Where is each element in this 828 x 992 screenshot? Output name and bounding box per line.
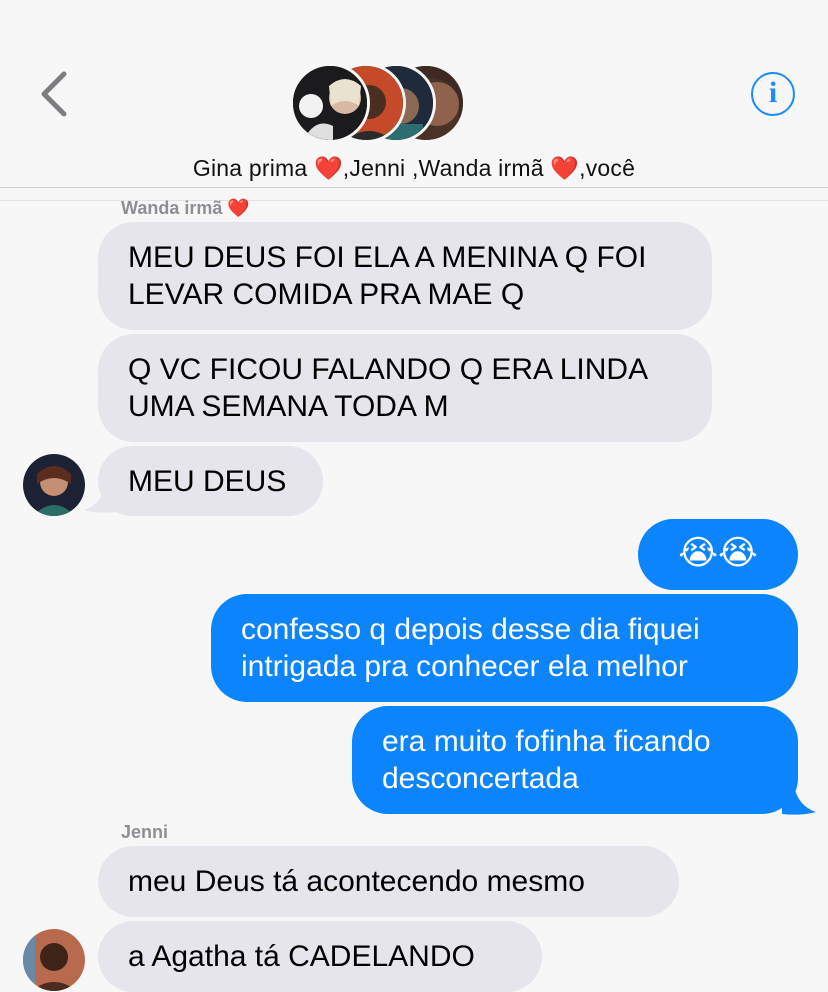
sender-label: Jenni <box>121 822 169 842</box>
info-button[interactable]: i <box>751 72 795 116</box>
avatar[interactable] <box>23 454 85 516</box>
message-bubble[interactable]: era muito fofinha ficando desconcertada <box>352 706 798 814</box>
header-divider <box>0 187 828 188</box>
message-text: era muito fofinha ficando <box>382 725 711 758</box>
message-text: intrigada pra conhecer ela melhor <box>241 650 688 683</box>
message-text: desconcertada <box>382 762 579 795</box>
message-text: a Agatha tá CADELANDO <box>128 940 475 973</box>
avatar <box>290 63 370 143</box>
conversation-title[interactable]: Gina prima ❤️,Jenni ,Wanda irmã ❤️,você <box>0 155 828 182</box>
info-icon: i <box>768 76 778 109</box>
message-text: UMA SEMANA TODA M <box>128 390 449 423</box>
conversation-header: i Gina prima ❤️,Jenni ,Wanda irmã ❤️,voc… <box>0 0 828 190</box>
message-text: MEU DEUS <box>128 465 287 498</box>
message-bubble[interactable]: Q VC FICOU FALANDO Q ERA LINDA UMA SEMAN… <box>98 334 712 442</box>
message-bubble[interactable]: confesso q depois desse dia fiquei intri… <box>211 594 798 702</box>
message-bubble[interactable]: MEU DEUS FOI ELA A MENINA Q FOI LEVAR CO… <box>98 222 712 330</box>
chevron-left-icon <box>41 71 67 117</box>
back-button[interactable] <box>36 70 76 118</box>
message-bubble[interactable]: meu Deus tá acontecendo mesmo <box>98 846 679 917</box>
message-bubble[interactable]: a Agatha tá CADELANDO <box>98 921 542 992</box>
message-text: MEU DEUS FOI ELA A MENINA Q FOI <box>128 241 647 274</box>
message-bubble[interactable]: MEU DEUS <box>98 446 323 516</box>
heart-icon: ❤️ <box>550 155 580 181</box>
message-text: Q VC FICOU FALANDO Q ERA LINDA <box>128 353 649 386</box>
message-text: LEVAR COMIDA PRA MAE Q <box>128 278 525 311</box>
avatar[interactable] <box>23 929 85 991</box>
message-text: confesso q depois desse dia fiquei <box>241 613 700 646</box>
heart-icon: ❤️ <box>313 155 343 181</box>
message-text: meu Deus tá acontecendo mesmo <box>128 865 585 898</box>
sender-label: Wanda irmã ❤️ <box>121 198 250 218</box>
message-bubble[interactable]: 😭😭 <box>638 519 798 590</box>
group-avatars[interactable] <box>290 63 480 145</box>
crying-face-emoji: 😭😭 <box>678 534 758 572</box>
